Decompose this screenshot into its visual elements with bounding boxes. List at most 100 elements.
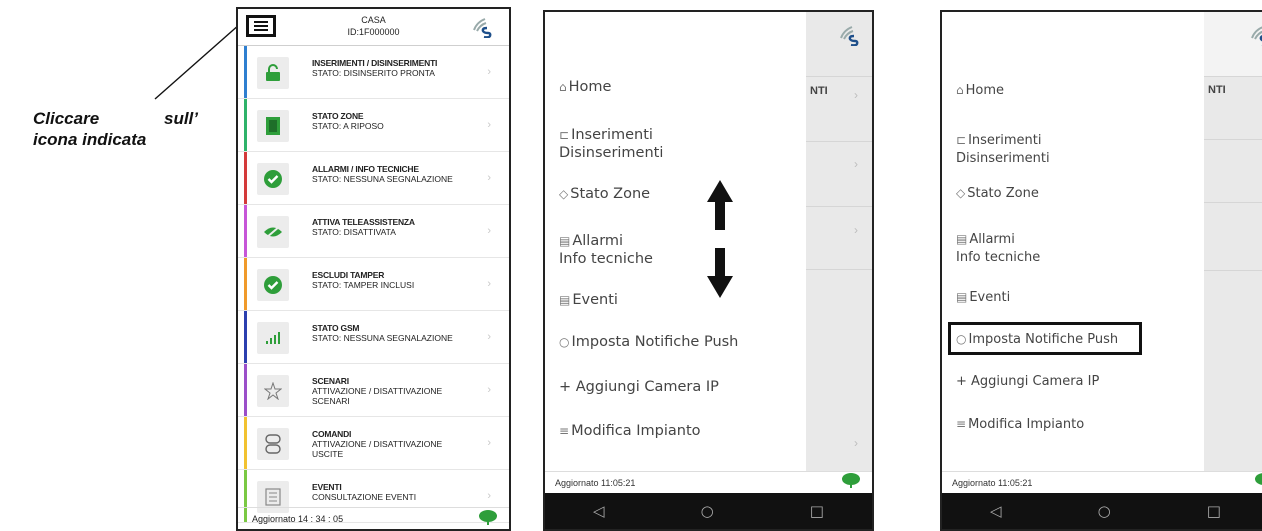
chevron-right-icon: › — [487, 278, 491, 290]
row-color-bar — [244, 364, 247, 416]
row-title: ALLARMI / INFO TECNICHE — [312, 164, 419, 174]
background-label: NTI — [810, 85, 828, 97]
row-status: STATO: NESSUNA SEGNALAZIONE — [312, 333, 453, 343]
cloud-sync-icon[interactable] — [1253, 471, 1262, 489]
status-row[interactable]: ALLARMI / INFO TECNICHE STATO: NESSUNA SE… — [238, 152, 509, 205]
status-row[interactable]: COMANDI ATTIVAZIONE / DISATTIVAZIONE USCI… — [238, 417, 509, 470]
drawer-item-eventi[interactable]: ▤ Eventi — [559, 291, 618, 309]
row-text: ATTIVA TELEASSISTENZA STATO: DISATTIVATA — [312, 217, 475, 237]
drawer-item-camera-ip[interactable]: + Aggiungi Camera IP — [559, 378, 719, 396]
header-title: CASA ID:1F000000 — [308, 14, 439, 38]
caption-line-2: icona indicata — [33, 130, 147, 149]
brand-logo-icon — [838, 24, 862, 47]
menu-line-icon — [254, 25, 268, 27]
chevron-right-icon: › — [487, 331, 491, 343]
arm-icon: ⊏ — [956, 133, 967, 147]
drawer-item-home[interactable]: ⌂ Home — [559, 78, 611, 96]
row-status: STATO: NESSUNA SEGNALAZIONE — [312, 174, 453, 184]
back-icon[interactable]: ◁ — [593, 502, 605, 520]
back-icon[interactable]: ◁ — [990, 502, 1002, 520]
row-status: STATO: DISATTIVATA — [312, 227, 396, 237]
home-icon: ⌂ — [956, 83, 964, 97]
row-text: SCENARI ATTIVAZIONE / DISATTIVAZIONE SCEN… — [312, 376, 475, 406]
check-icon — [257, 163, 289, 195]
recents-icon[interactable]: □ — [1207, 502, 1221, 520]
switch-icon — [257, 428, 289, 460]
row-title: SCENARI — [312, 376, 349, 386]
row-color-bar — [244, 152, 247, 204]
status-list: INSERIMENTI / DISINSERIMENTI STATO: DISIN… — [238, 46, 509, 523]
site-name: CASA — [361, 15, 386, 25]
last-update-text: Aggiornato 14 : 34 : 05 — [238, 507, 509, 529]
row-color-bar — [244, 258, 247, 310]
menu-line-icon — [254, 21, 268, 23]
drawer-item-allarmi[interactable]: ▤ Allarmi Info tecniche — [956, 230, 1040, 267]
row-text: STATO ZONE STATO: A RIPOSO — [312, 111, 475, 131]
row-title: ATTIVA TELEASSISTENZA — [312, 217, 415, 227]
row-status: CONSULTAZIONE EVENTI — [312, 492, 417, 502]
navigation-drawer: ⌂ Home ⊏ Inserimenti Disinserimenti ◇ Stato … — [942, 12, 1204, 471]
android-navbar: ◁ ○ □ — [942, 493, 1262, 529]
phone-drawer-screen-scroll: NTI › › › › ⌂ Home ⊏ Inserimenti Disinserim… — [543, 10, 874, 531]
menu-lines-icon: ≡ — [559, 424, 570, 438]
drawer-item-inserimenti[interactable]: ⊏ Inserimenti Disinserimenti — [956, 131, 1050, 168]
recents-icon[interactable]: □ — [810, 502, 824, 520]
app-header: CASA ID:1F000000 — [238, 9, 509, 46]
menu-line-icon — [254, 29, 268, 31]
row-title: COMANDI — [312, 429, 352, 439]
events-icon: ▤ — [559, 293, 571, 307]
home-circle-icon[interactable]: ○ — [701, 502, 714, 520]
row-color-bar — [244, 205, 247, 257]
drawer-item-notifiche-push[interactable]: ○ Imposta Notifiche Push — [559, 333, 738, 351]
drawer-item-stato-zone[interactable]: ◇ Stato Zone — [559, 185, 650, 203]
status-row[interactable]: INSERIMENTI / DISINSERIMENTI STATO: DISIN… — [238, 46, 509, 99]
row-status: STATO: A RIPOSO — [312, 121, 384, 131]
drawer-item-modifica-impianto[interactable]: ≡ Modifica Impianto — [956, 415, 1084, 434]
hamburger-menu-button[interactable] — [246, 15, 276, 37]
row-text: ALLARMI / INFO TECNICHE STATO: NESSUNA SE… — [312, 164, 475, 184]
list-icon: ▤ — [956, 232, 968, 246]
row-title: STATO ZONE — [312, 111, 364, 121]
drawer-item-eventi[interactable]: ▤ Eventi — [956, 288, 1010, 307]
drawer-item-inserimenti[interactable]: ⊏ Inserimenti Disinserimenti — [559, 126, 663, 162]
home-icon: ⌂ — [559, 80, 567, 94]
menu-lines-icon: ≡ — [956, 417, 967, 431]
row-text: ESCLUDI TAMPER STATO: TAMPER INCLUSI — [312, 270, 475, 290]
row-title: STATO GSM — [312, 323, 360, 333]
site-id: ID:1F000000 — [347, 27, 400, 37]
background-list: NTI — [806, 12, 872, 471]
row-text: INSERIMENTI / DISINSERIMENTI STATO: DISIN… — [312, 58, 475, 78]
row-color-bar — [244, 46, 247, 98]
row-title: INSERIMENTI / DISINSERIMENTI — [312, 58, 438, 68]
last-update-text: Aggiornato 11:05:21 — [545, 471, 872, 493]
drawer-item-home[interactable]: ⌂ Home — [956, 81, 1004, 100]
lock-icon — [257, 57, 289, 89]
drawer-item-allarmi[interactable]: ▤ Allarmi Info tecniche — [559, 232, 653, 268]
chevron-right-icon: › — [487, 119, 491, 131]
chevron-right-icon: › — [854, 436, 858, 450]
drawer-item-modifica-impianto[interactable]: ≡ Modifica Impianto — [559, 422, 701, 440]
drawer-item-camera-ip[interactable]: + Aggiungi Camera IP — [956, 373, 1099, 391]
last-update-text: Aggiornato 11:05:21 — [942, 471, 1262, 493]
status-row[interactable]: ESCLUDI TAMPER STATO: TAMPER INCLUSI › — [238, 258, 509, 311]
eye-icon — [257, 216, 289, 248]
tag-icon: ◇ — [559, 187, 569, 201]
door-icon — [257, 110, 289, 142]
cloud-sync-icon[interactable] — [477, 508, 499, 526]
background-list: NTI — [1204, 12, 1262, 471]
row-color-bar — [244, 417, 247, 469]
status-row[interactable]: SCENARI ATTIVAZIONE / DISATTIVAZIONE SCEN… — [238, 364, 509, 417]
navigation-drawer: ⌂ Home ⊏ Inserimenti Disinserimenti ◇ Stato … — [545, 12, 806, 471]
chevron-right-icon: › — [854, 88, 858, 102]
drawer-item-stato-zone[interactable]: ◇ Stato Zone — [956, 184, 1039, 203]
caption-word-2: sull’ — [163, 109, 198, 128]
android-navbar: ◁ ○ □ — [545, 493, 872, 529]
cloud-sync-icon[interactable] — [840, 471, 862, 489]
status-row[interactable]: STATO ZONE STATO: A RIPOSO › — [238, 99, 509, 152]
home-circle-icon[interactable]: ○ — [1098, 502, 1111, 520]
caption-word-1: Cliccare — [33, 109, 100, 128]
row-text: STATO GSM STATO: NESSUNA SEGNALAZIONE — [312, 323, 475, 343]
row-title: ESCLUDI TAMPER — [312, 270, 385, 280]
status-row[interactable]: ATTIVA TELEASSISTENZA STATO: DISATTIVATA › — [238, 205, 509, 258]
status-row[interactable]: STATO GSM STATO: NESSUNA SEGNALAZIONE › — [238, 311, 509, 364]
